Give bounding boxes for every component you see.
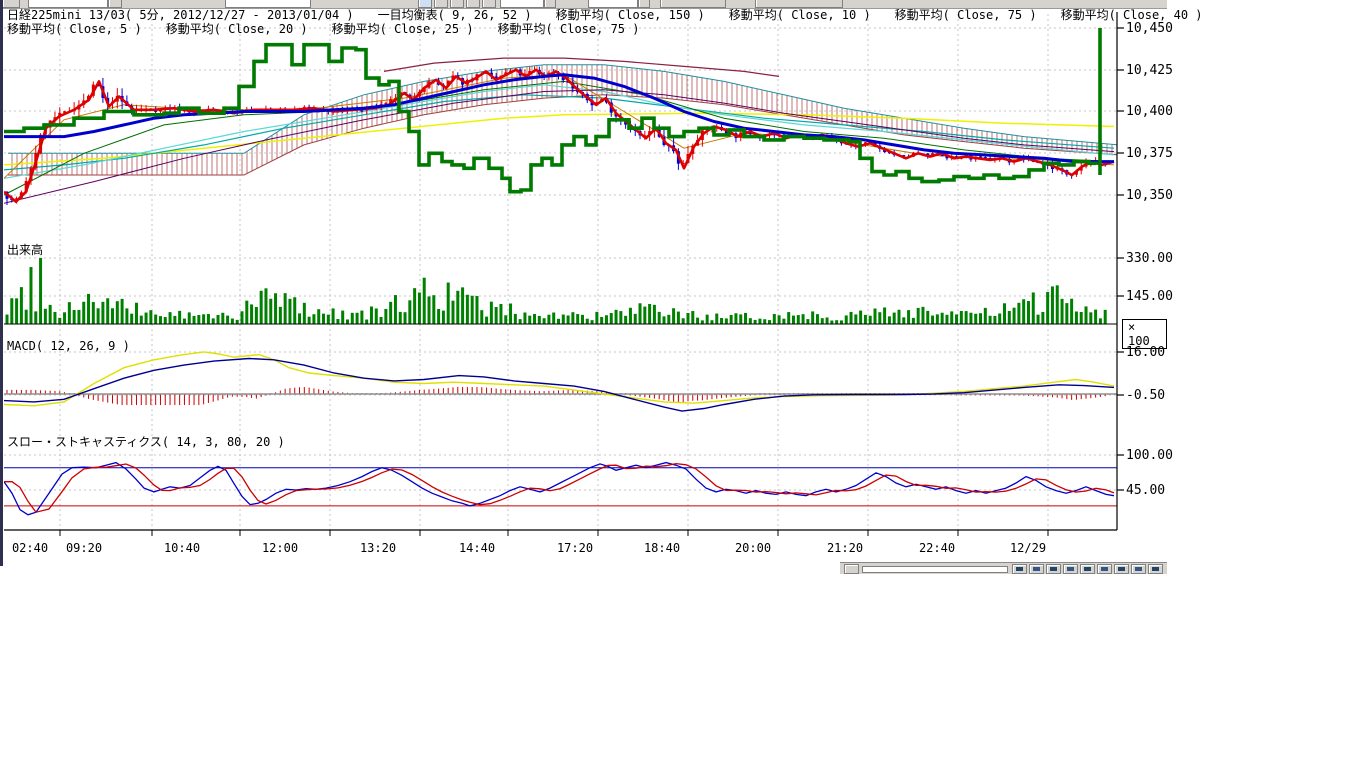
chart-tool-button-2[interactable] xyxy=(1029,564,1044,574)
scrollbar-left-button[interactable] xyxy=(844,564,859,574)
chart-tool-button-6[interactable] xyxy=(1097,564,1112,574)
macd-pane-label: MACD( 12, 26, 9 ) xyxy=(7,339,130,353)
time-axis-tick-label: 21:20 xyxy=(827,541,863,555)
stochastics-pane-label: スロー・ストキャスティクス( 14, 3, 80, 20 ) xyxy=(7,433,285,450)
indicator-label: 移動平均( Close, 20 ) xyxy=(166,22,308,36)
y-axis-tick-label: 45.00 xyxy=(1126,483,1186,498)
time-axis-tick-label: 09:20 xyxy=(66,541,102,555)
indicator-label: 移動平均( Close, 75 ) xyxy=(498,22,640,36)
time-axis-tick-label: 14:40 xyxy=(459,541,495,555)
indicator-label: 一目均衡表( 9, 26, 52 ) xyxy=(378,8,532,22)
y-axis-tick-label: 10,350 xyxy=(1126,188,1186,203)
chart-tool-button-5[interactable] xyxy=(1080,564,1095,574)
y-axis-tick-label: 10,450 xyxy=(1126,21,1186,36)
chart-tool-button-8[interactable] xyxy=(1131,564,1146,574)
chart-tool-button-3[interactable] xyxy=(1046,564,1061,574)
indicator-label: 日経225mini 13/03( 5分, 2012/12/27 - 2013/0… xyxy=(7,8,354,22)
time-axis-tick-label: 20:00 xyxy=(735,541,771,555)
y-axis-tick-label: 330.00 xyxy=(1126,251,1186,266)
indicator-label: 移動平均( Close, 40 ) xyxy=(1061,8,1203,22)
y-axis-tick-label: 145.00 xyxy=(1126,289,1186,304)
time-axis-tick-label: 12:00 xyxy=(262,541,298,555)
chart-tool-button-7[interactable] xyxy=(1114,564,1129,574)
y-axis-tick-label: 16.00 xyxy=(1126,345,1186,360)
indicator-label: 移動平均( Close, 10 ) xyxy=(729,8,871,22)
indicator-label: 移動平均( Close, 75 ) xyxy=(895,8,1037,22)
time-axis-tick-label: 02:40 xyxy=(12,541,48,555)
y-axis-tick-label: 100.00 xyxy=(1126,448,1186,463)
time-axis-tick-label: 12/29 xyxy=(1010,541,1046,555)
time-axis-tick-label: 10:40 xyxy=(164,541,200,555)
time-axis-tick-label: 13:20 xyxy=(360,541,396,555)
y-axis-tick-label: 10,375 xyxy=(1126,146,1186,161)
chart-title-indicator-row-2: 移動平均( Close, 5 ) 移動平均( Close, 20 ) 移動平均( C… xyxy=(7,23,663,36)
chart-tool-button-4[interactable] xyxy=(1063,564,1078,574)
indicator-label: 移動平均( Close, 25 ) xyxy=(332,22,474,36)
time-axis-tick-label: 17:20 xyxy=(557,541,593,555)
time-axis-tick-label: 18:40 xyxy=(644,541,680,555)
volume-pane-label: 出来高 xyxy=(7,241,43,258)
y-axis-tick-label: 10,400 xyxy=(1126,104,1186,119)
indicator-label: 移動平均( Close, 5 ) xyxy=(7,22,142,36)
chart-tool-button-9[interactable] xyxy=(1148,564,1163,574)
chart-application-window: 日経225mini 13/03( 5分, 2012/12/27 - 2013/0… xyxy=(0,0,1167,574)
y-axis-tick-label: 10,425 xyxy=(1126,63,1186,78)
time-axis-tick-label: 22:40 xyxy=(919,541,955,555)
chart-tool-button-1[interactable] xyxy=(1012,564,1027,574)
indicator-label: 移動平均( Close, 150 ) xyxy=(556,8,705,22)
y-axis-tick-label: -0.50 xyxy=(1126,388,1186,403)
chart-title-indicator-row-1: 日経225mini 13/03( 5分, 2012/12/27 - 2013/0… xyxy=(7,9,1227,22)
scrollbar-track[interactable] xyxy=(862,566,1008,573)
bottom-scroll-strip xyxy=(840,562,1167,574)
chart-surface[interactable] xyxy=(0,0,1167,574)
